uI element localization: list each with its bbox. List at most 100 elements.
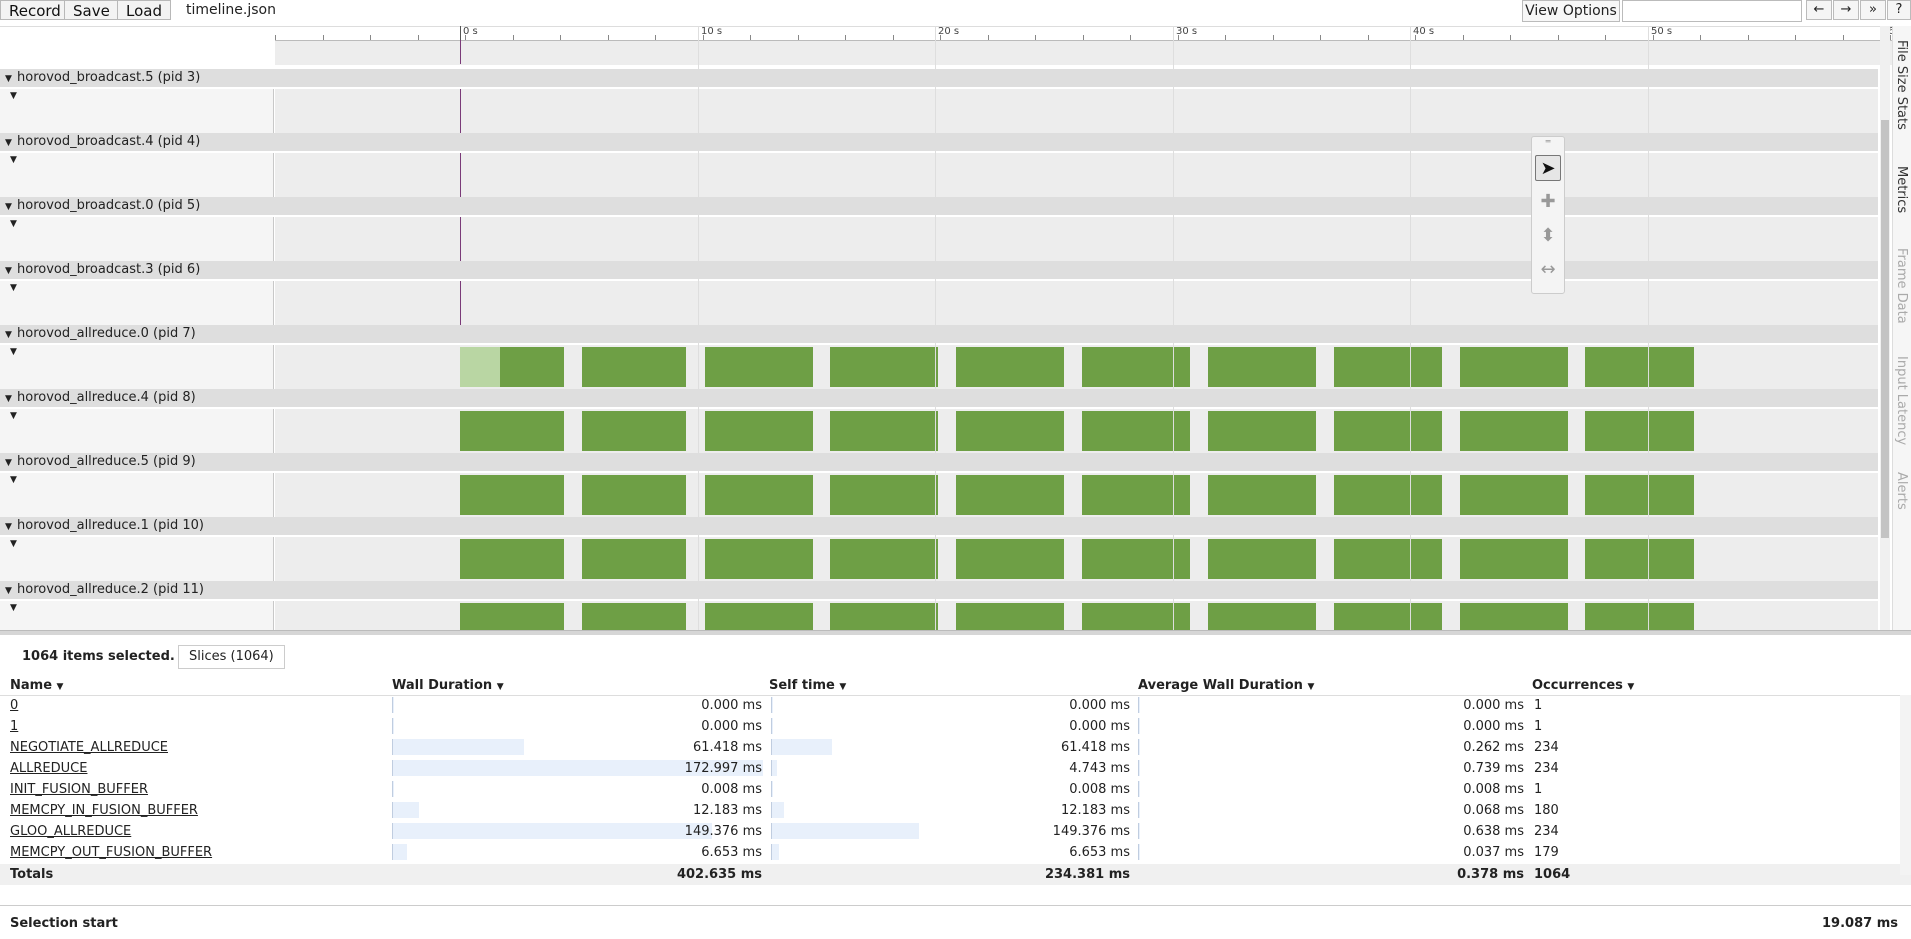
process-header[interactable]: ▼ horovod_broadcast.0 (pid 5): [0, 197, 1878, 215]
selection-tool-icon[interactable]: ➤: [1535, 155, 1561, 181]
process-header[interactable]: ▼ horovod_broadcast.4 (pid 4): [0, 133, 1878, 151]
lane-background[interactable]: [275, 281, 1878, 325]
table-row[interactable]: GLOO_ALLREDUCE 149.376 ms 149.376 ms 0.638 …: [0, 821, 1911, 842]
trace-slice[interactable]: [460, 411, 564, 451]
trace-slice[interactable]: [1585, 347, 1694, 387]
slice-name-link[interactable]: 0: [10, 698, 18, 713]
broadcast-event-line[interactable]: [460, 281, 461, 325]
trace-slice[interactable]: [1585, 475, 1694, 515]
expand-triangle-icon[interactable]: ▼: [10, 411, 17, 421]
thread-label[interactable]: ▼: [0, 537, 274, 581]
trace-slice[interactable]: [1334, 347, 1442, 387]
column-header-average-wall-duration[interactable]: Average Wall Duration ▼: [1138, 678, 1314, 693]
palette-drag-handle-icon[interactable]: ═: [1535, 138, 1561, 146]
trace-slice[interactable]: [705, 603, 813, 630]
table-row[interactable]: MEMCPY_OUT_FUSION_BUFFER 6.653 ms 6.653 ms…: [0, 842, 1911, 863]
process-lane[interactable]: ▼: [0, 217, 1878, 261]
trace-slice[interactable]: [1208, 539, 1316, 579]
side-tab[interactable]: Input Latency: [1894, 356, 1909, 445]
table-row[interactable]: 0 0.000 ms 0.000 ms 0.000 ms 1: [0, 695, 1911, 716]
trace-slice[interactable]: [1334, 603, 1442, 630]
process-header[interactable]: ▼ horovod_allreduce.5 (pid 9): [0, 453, 1878, 471]
trace-slice[interactable]: [1334, 539, 1442, 579]
expand-triangle-icon[interactable]: ▼: [10, 475, 17, 485]
trace-slice[interactable]: [830, 411, 938, 451]
broadcast-event-line[interactable]: [460, 153, 461, 197]
trace-slice[interactable]: [460, 475, 564, 515]
table-row[interactable]: MEMCPY_IN_FUSION_BUFFER 12.183 ms 12.183 m…: [0, 800, 1911, 821]
trace-slice[interactable]: [956, 539, 1064, 579]
pan-tool-icon[interactable]: ✚: [1535, 189, 1561, 215]
trace-slice[interactable]: [1460, 539, 1568, 579]
process-lane[interactable]: ▼: [0, 281, 1878, 325]
trace-slice[interactable]: [705, 347, 813, 387]
table-row[interactable]: NEGOTIATE_ALLREDUCE 61.418 ms 61.418 ms 0.2…: [0, 737, 1911, 758]
trace-slice[interactable]: [830, 539, 938, 579]
process-header[interactable]: ▼ horovod_broadcast.3 (pid 6): [0, 261, 1878, 279]
side-tab[interactable]: Frame Data: [1894, 248, 1909, 324]
trace-slice[interactable]: [1208, 347, 1316, 387]
expand-triangle-icon[interactable]: ▼: [10, 283, 17, 293]
slice-name-link[interactable]: NEGOTIATE_ALLREDUCE: [10, 740, 168, 755]
lane-background[interactable]: [275, 153, 1878, 197]
slice-name-link[interactable]: 1: [10, 719, 18, 734]
nav-next-button[interactable]: →: [1833, 0, 1859, 20]
table-row[interactable]: INIT_FUSION_BUFFER 0.008 ms 0.008 ms 0.008 …: [0, 779, 1911, 800]
record-button[interactable]: Record: [0, 0, 70, 20]
collapse-triangle-icon[interactable]: ▼: [5, 134, 17, 152]
time-ruler[interactable]: 0 s10 s20 s30 s40 s50 s60: [275, 26, 1901, 65]
lane-background[interactable]: [275, 89, 1878, 133]
process-header[interactable]: ▼ horovod_allreduce.0 (pid 7): [0, 325, 1878, 343]
trace-slice[interactable]: [582, 475, 686, 515]
scrollbar-thumb[interactable]: [1881, 120, 1889, 538]
expand-triangle-icon[interactable]: ▼: [10, 347, 17, 357]
thread-label[interactable]: ▼: [0, 345, 274, 389]
expand-triangle-icon[interactable]: ▼: [10, 603, 17, 613]
collapse-triangle-icon[interactable]: ▼: [5, 70, 17, 88]
thread-label[interactable]: ▼: [0, 601, 274, 630]
trace-slice[interactable]: [1585, 603, 1694, 630]
trace-slice[interactable]: [582, 347, 686, 387]
thread-label[interactable]: ▼: [0, 281, 274, 325]
process-header[interactable]: ▼ horovod_allreduce.1 (pid 10): [0, 517, 1878, 535]
expand-triangle-icon[interactable]: ▼: [10, 539, 17, 549]
side-tab[interactable]: File Size Stats: [1894, 40, 1909, 130]
column-header-name[interactable]: Name ▼: [10, 678, 63, 693]
trace-slice[interactable]: [830, 347, 938, 387]
slice-name-link[interactable]: MEMCPY_IN_FUSION_BUFFER: [10, 803, 198, 818]
zoom-tool-icon[interactable]: ⬍: [1535, 223, 1561, 249]
trace-slice[interactable]: [705, 411, 813, 451]
collapse-triangle-icon[interactable]: ▼: [5, 390, 17, 408]
thread-label[interactable]: ▼: [0, 409, 274, 453]
trace-slice[interactable]: [460, 603, 564, 630]
collapse-triangle-icon[interactable]: ▼: [5, 582, 17, 600]
table-row[interactable]: ALLREDUCE 172.997 ms 4.743 ms 0.739 ms 234: [0, 758, 1911, 779]
timeline-scrollbar[interactable]: [1880, 26, 1890, 630]
broadcast-event-line[interactable]: [460, 89, 461, 133]
process-header[interactable]: ▼ horovod_broadcast.5 (pid 3): [0, 69, 1878, 87]
trace-slice[interactable]: [1334, 411, 1442, 451]
process-lane[interactable]: ▼: [0, 89, 1878, 133]
thread-label[interactable]: ▼: [0, 153, 274, 197]
process-lane[interactable]: ▼: [0, 153, 1878, 197]
column-header-wall-duration[interactable]: Wall Duration ▼: [392, 678, 504, 693]
column-header-occurrences[interactable]: Occurrences ▼: [1532, 678, 1634, 693]
trace-slice[interactable]: [582, 603, 686, 630]
nav-prev-button[interactable]: ←: [1806, 0, 1832, 20]
collapse-triangle-icon[interactable]: ▼: [5, 198, 17, 216]
trace-slice[interactable]: [956, 411, 1064, 451]
trace-slice[interactable]: [582, 539, 686, 579]
side-tab[interactable]: Alerts: [1894, 472, 1909, 510]
trace-slice[interactable]: [1585, 539, 1694, 579]
process-header[interactable]: ▼ horovod_allreduce.2 (pid 11): [0, 581, 1878, 599]
collapse-triangle-icon[interactable]: ▼: [5, 518, 17, 536]
expand-triangle-icon[interactable]: ▼: [10, 91, 17, 101]
trace-slice[interactable]: [1208, 411, 1316, 451]
slice-name-link[interactable]: MEMCPY_OUT_FUSION_BUFFER: [10, 845, 212, 860]
trace-slice[interactable]: [1460, 603, 1568, 630]
trace-slice[interactable]: [956, 603, 1064, 630]
search-input[interactable]: [1622, 0, 1802, 22]
broadcast-event-line[interactable]: [460, 217, 461, 261]
table-scrollbar[interactable]: [1900, 695, 1911, 875]
view-options-button[interactable]: View Options: [1522, 0, 1620, 22]
